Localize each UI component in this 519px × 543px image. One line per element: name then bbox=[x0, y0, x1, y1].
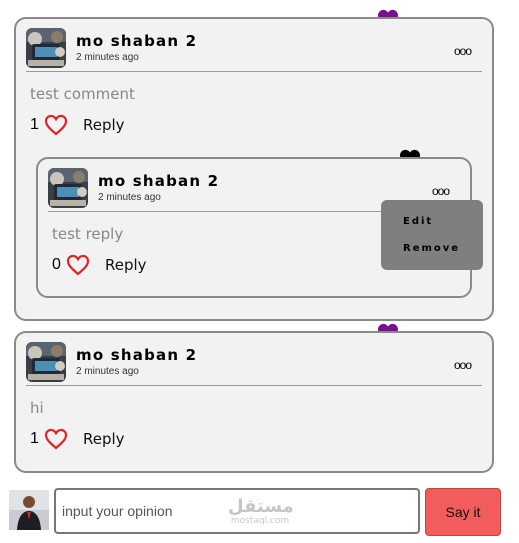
comment-input[interactable] bbox=[56, 490, 418, 532]
comment-author[interactable]: mo shaban 2 bbox=[76, 346, 197, 364]
like-count: 1 bbox=[30, 430, 39, 447]
more-options-icon[interactable]: ooo bbox=[432, 184, 450, 198]
reply-button[interactable]: Reply bbox=[83, 430, 125, 448]
like-count: 1 bbox=[30, 116, 39, 133]
reply-button[interactable]: Reply bbox=[105, 256, 147, 274]
reply-timestamp: 2 minutes ago bbox=[98, 192, 161, 203]
comment-timestamp: 2 minutes ago bbox=[76, 366, 139, 377]
more-options-icon[interactable]: ooo bbox=[454, 358, 472, 372]
reply-author[interactable]: mo shaban 2 bbox=[98, 172, 219, 190]
heart-outline-icon[interactable] bbox=[44, 428, 68, 450]
avatar[interactable] bbox=[26, 28, 66, 68]
divider bbox=[48, 211, 384, 212]
context-menu: Edit Remove bbox=[381, 200, 483, 270]
remove-menu-item[interactable]: Remove bbox=[403, 243, 460, 254]
like-count: 0 bbox=[52, 256, 61, 273]
send-button[interactable]: Say it bbox=[425, 488, 501, 536]
avatar[interactable] bbox=[48, 168, 88, 208]
heart-outline-icon[interactable] bbox=[44, 114, 68, 136]
more-options-icon[interactable]: ooo bbox=[454, 44, 472, 58]
reply-button[interactable]: Reply bbox=[83, 116, 125, 134]
divider bbox=[26, 71, 482, 72]
reply-text: test reply bbox=[52, 225, 124, 243]
avatar[interactable] bbox=[26, 342, 66, 382]
heart-outline-icon[interactable] bbox=[66, 254, 90, 276]
comment-timestamp: 2 minutes ago bbox=[76, 52, 139, 63]
user-avatar[interactable] bbox=[9, 490, 49, 530]
divider bbox=[26, 385, 482, 386]
edit-menu-item[interactable]: Edit bbox=[403, 216, 433, 227]
comment-input-box bbox=[54, 488, 420, 534]
comment-text: test comment bbox=[30, 85, 135, 103]
comment-text: hi bbox=[30, 399, 44, 417]
comment-author[interactable]: mo shaban 2 bbox=[76, 32, 197, 50]
